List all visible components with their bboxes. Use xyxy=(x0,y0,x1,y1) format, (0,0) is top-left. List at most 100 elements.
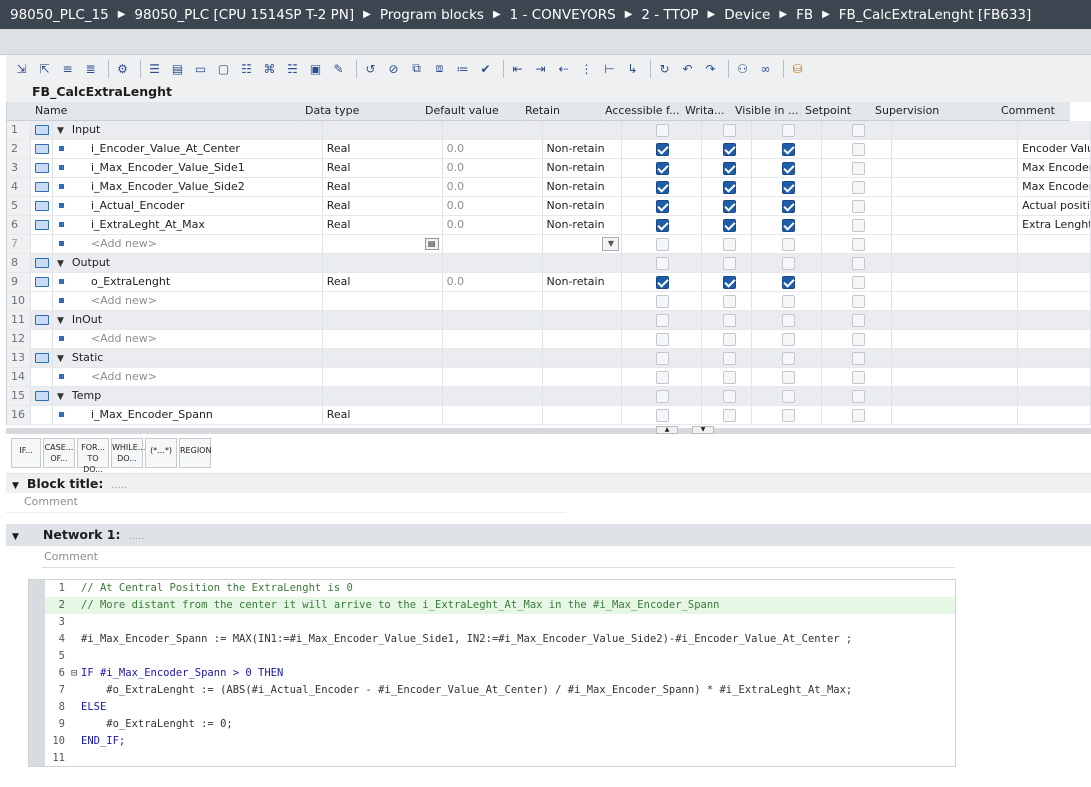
run-icon[interactable]: ↻ xyxy=(655,59,674,78)
writable-checkbox[interactable] xyxy=(723,181,737,194)
check-icon[interactable]: ✔ xyxy=(476,59,495,78)
default-value-cell[interactable]: 0.0 xyxy=(442,178,543,197)
breadcrumb-item-conveyors[interactable]: 1 - CONVEYORS xyxy=(510,7,616,23)
retain-cell[interactable]: Non-retain xyxy=(542,159,623,178)
breadcrumb-item-program-blocks[interactable]: Program blocks xyxy=(380,7,484,23)
column-header-accessible[interactable]: Accessible f... xyxy=(601,102,681,121)
accessible-checkbox[interactable] xyxy=(656,200,670,213)
setpoint-checkbox[interactable] xyxy=(852,200,866,213)
data-type-cell[interactable]: Real xyxy=(322,216,443,235)
table-row[interactable]: 4 i_Max_Encoder_Value_Side2 Real 0.0 Non… xyxy=(7,178,1091,197)
network-comment[interactable]: Comment xyxy=(42,548,955,568)
variable-name[interactable]: i_Actual_Encoder xyxy=(91,199,185,212)
code-line[interactable]: 7 #o_ExtraLenght := (ABS(#i_Actual_Encod… xyxy=(45,682,955,699)
writable-checkbox[interactable] xyxy=(723,162,737,175)
accessible-checkbox[interactable] xyxy=(656,143,670,156)
retain-cell[interactable]: Non-retain xyxy=(542,140,623,159)
database-icon[interactable]: ⛁ xyxy=(788,59,807,78)
expand-down-icon[interactable]: ▼ xyxy=(692,426,714,434)
table-row[interactable]: 3 i_Max_Encoder_Value_Side1 Real 0.0 Non… xyxy=(7,159,1091,178)
chevron-down-icon[interactable]: ▼ xyxy=(602,237,620,251)
writable-checkbox[interactable] xyxy=(723,219,737,232)
data-type-cell[interactable]: Real xyxy=(322,178,443,197)
code-line[interactable]: 8 ELSE xyxy=(45,699,955,716)
setpoint-checkbox[interactable] xyxy=(852,276,866,289)
data-type-cell[interactable]: Real xyxy=(322,197,443,216)
default-value-cell[interactable] xyxy=(442,235,543,254)
table-row[interactable]: 12 <Add new> xyxy=(7,330,1091,349)
variable-name[interactable]: i_Max_Encoder_Value_Side2 xyxy=(91,180,245,193)
collapse-triangle-icon[interactable]: ▼ xyxy=(57,354,64,364)
breadcrumb-item-plc[interactable]: 98050_PLC [CPU 1514SP T-2 PN] xyxy=(134,7,354,23)
table-row[interactable]: 9 o_ExtraLenght Real 0.0 Non-retain xyxy=(7,273,1091,292)
block-comment[interactable]: Comment xyxy=(6,493,566,513)
setpoint-checkbox[interactable] xyxy=(852,143,866,156)
window-icon[interactable]: ▭ xyxy=(191,59,210,78)
supervision-cell[interactable] xyxy=(892,178,1019,197)
code-line[interactable]: 9 #o_ExtraLenght := 0; xyxy=(45,716,955,733)
default-value-cell[interactable]: 0.0 xyxy=(442,159,543,178)
indent-icon[interactable]: ☵ xyxy=(283,59,302,78)
writable-checkbox[interactable] xyxy=(723,143,737,156)
expand-icon[interactable]: ⊢ xyxy=(600,59,619,78)
add-new-placeholder[interactable]: <Add new> xyxy=(91,332,157,345)
scl-code-editor[interactable]: 1 // At Central Position the ExtraLenght… xyxy=(28,579,956,767)
table-view-icon[interactable]: ▤ xyxy=(168,59,187,78)
network-header[interactable]: ▼ Network 1:..... xyxy=(6,524,1091,546)
collapse-triangle-icon[interactable]: ▼ xyxy=(12,481,19,491)
retain-cell[interactable]: Non-retain xyxy=(542,216,623,235)
table-row[interactable]: 2 i_Encoder_Value_At_Center Real 0.0 Non… xyxy=(7,140,1091,159)
table-row[interactable]: 14 <Add new> xyxy=(7,368,1091,387)
region-button[interactable]: REGION xyxy=(179,438,211,468)
column-header-name[interactable]: Name xyxy=(31,102,301,121)
accessible-checkbox[interactable] xyxy=(656,181,670,194)
add-row-icon[interactable]: ⇱ xyxy=(35,59,54,78)
column-header-comment[interactable]: Comment xyxy=(997,102,1070,121)
code-line[interactable]: 6 ⊟ IF #i_Max_Encoder_Spann > 0 THEN xyxy=(45,665,955,682)
step-icon[interactable]: ↳ xyxy=(623,59,642,78)
code-line[interactable]: 4 #i_Max_Encoder_Spann := MAX(IN1:=#i_Ma… xyxy=(45,631,955,648)
collapse-triangle-icon[interactable]: ▼ xyxy=(57,126,64,136)
if-button[interactable]: IF... xyxy=(11,438,41,468)
format-icon[interactable]: ☷ xyxy=(237,59,256,78)
code-line[interactable]: 10 END_IF; xyxy=(45,733,955,750)
network-title-value[interactable]: ..... xyxy=(129,531,145,542)
table-row[interactable]: 10 <Add new> xyxy=(7,292,1091,311)
collapse-triangle-icon[interactable]: ▼ xyxy=(57,316,64,326)
call-icon[interactable]: ⌘ xyxy=(260,59,279,78)
insert-row-icon[interactable]: ⇲ xyxy=(12,59,31,78)
data-type-cell[interactable]: Real xyxy=(322,273,443,292)
bookmark-list-icon[interactable]: ▣ xyxy=(306,59,325,78)
supervision-cell[interactable] xyxy=(892,216,1019,235)
comment-cell[interactable]: Max Encoder xyxy=(1018,159,1091,178)
list-view-icon[interactable]: ☰ xyxy=(145,59,164,78)
column-header-retain[interactable]: Retain xyxy=(521,102,601,121)
setpoint-checkbox[interactable] xyxy=(852,162,866,175)
variable-name[interactable]: o_ExtraLenght xyxy=(91,275,170,288)
code-line[interactable]: 3 xyxy=(45,614,955,631)
comment-region-button[interactable]: (*...*) xyxy=(145,438,177,468)
table-row[interactable]: 13 ▼ Static xyxy=(7,349,1091,368)
cross-reference-icon[interactable]: ⧉ xyxy=(407,59,426,78)
table-row[interactable]: 11 ▼ InOut xyxy=(7,311,1091,330)
table-row[interactable]: 7 <Add new> ▤ ▼ xyxy=(7,235,1091,254)
indent-more-icon[interactable]: ⇥ xyxy=(531,59,550,78)
table-row[interactable]: 6 i_ExtraLeght_At_Max Real 0.0 Non-retai… xyxy=(7,216,1091,235)
default-value-cell[interactable]: 0.0 xyxy=(442,273,543,292)
visible-checkbox[interactable] xyxy=(782,276,796,289)
comment-cell[interactable] xyxy=(1018,273,1091,292)
supervision-cell[interactable] xyxy=(892,159,1019,178)
column-header-supervision[interactable]: Supervision xyxy=(871,102,997,121)
default-value-cell[interactable]: 0.0 xyxy=(442,216,543,235)
column-header-default-value[interactable]: Default value xyxy=(421,102,521,121)
retain-cell[interactable]: Non-retain xyxy=(542,273,623,292)
supervision-cell[interactable] xyxy=(892,197,1019,216)
redo-icon[interactable]: ↷ xyxy=(701,59,720,78)
fold-toggle-icon[interactable]: ⊟ xyxy=(71,665,81,682)
table-row[interactable]: 15 ▼ Temp xyxy=(7,387,1091,406)
column-header-writable[interactable]: Writa... xyxy=(681,102,731,121)
visible-checkbox[interactable] xyxy=(782,162,796,175)
collapse-icon[interactable]: ⋮ xyxy=(577,59,596,78)
supervision-cell[interactable] xyxy=(892,140,1019,159)
indent-less-icon[interactable]: ⇠ xyxy=(554,59,573,78)
